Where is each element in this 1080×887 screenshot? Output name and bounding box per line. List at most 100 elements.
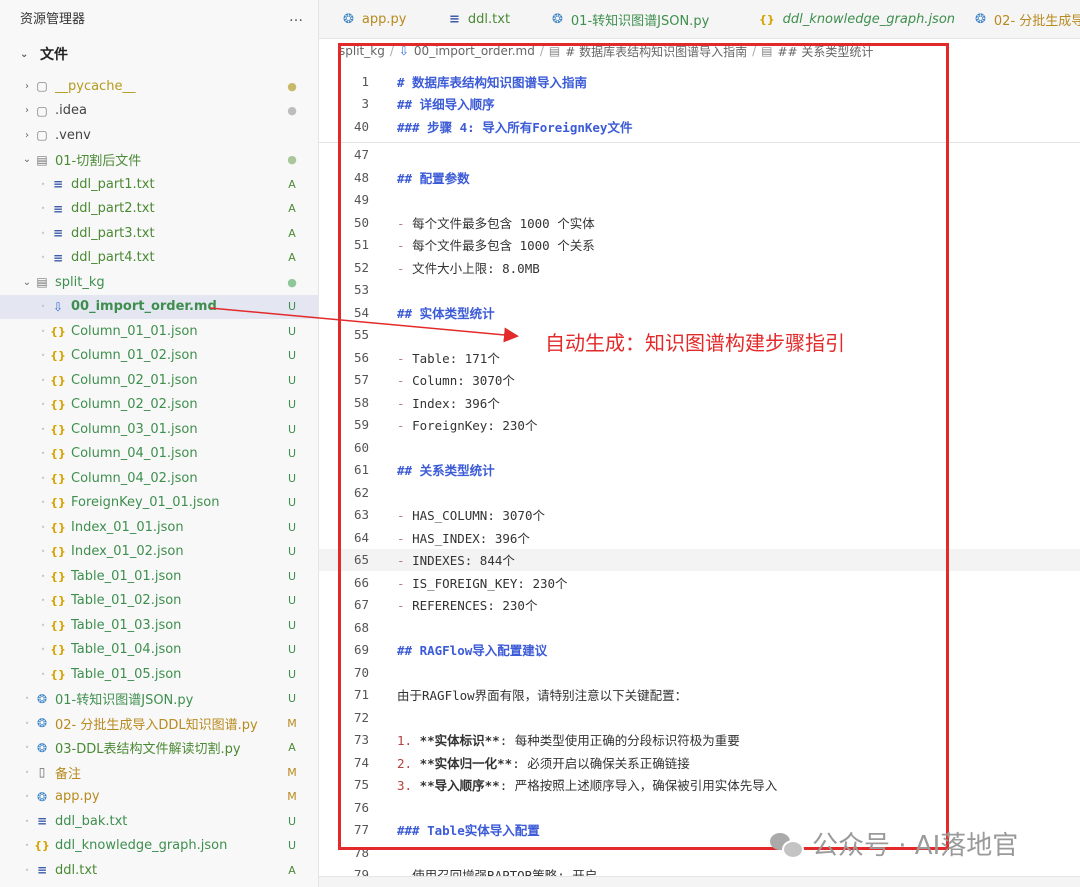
json-file-icon: {}: [50, 471, 66, 485]
code-line[interactable]: 73 1. **实体标识**: 每种类型使用正确的分段标识符极为重要: [319, 729, 1080, 752]
line-content: ## RAGFlow导入配置建议: [397, 640, 547, 659]
tree-item[interactable]: • {} Column_03_01.json U: [0, 417, 318, 442]
code-line[interactable]: 3 ## 详细导入顺序: [319, 93, 1080, 116]
line-number: 73: [353, 732, 369, 748]
tree-item[interactable]: • ❂ 03-DDL表结构文件解读切割.py A: [0, 736, 318, 761]
tree-item[interactable]: › ▢ __pycache__ ●: [0, 74, 318, 99]
line-content: ## 关系类型统计: [397, 460, 495, 479]
tree-item[interactable]: • {} Column_01_01.json U: [0, 319, 318, 344]
code-line[interactable]: 53: [319, 279, 1080, 302]
tree-item-label: Table_01_04.json: [71, 642, 182, 658]
tree-item[interactable]: • {} Index_01_01.json U: [0, 515, 318, 540]
code-editor[interactable]: 1 # 数据库表结构知识图谱导入指南 3 ## 详细导入顺序 40 ### 步骤 4: 导…: [319, 64, 1080, 887]
code-line[interactable]: 64 - HAS_INDEX: 396个: [319, 526, 1080, 549]
code-line[interactable]: 58 - Index: 396个: [319, 391, 1080, 414]
code-line[interactable]: 49: [319, 189, 1080, 212]
line-number: 60: [353, 439, 369, 455]
code-token: 每个文件最多包含 1000 个实体: [412, 215, 595, 231]
git-status-badge: U: [287, 545, 297, 559]
tree-item[interactable]: ⌄ ▤ split_kg ●: [0, 270, 318, 295]
breadcrumb-item[interactable]: 00_import_order.md: [414, 44, 535, 58]
code-line[interactable]: 57 - Column: 3070个: [319, 369, 1080, 392]
chevron-down-icon: ⌄: [20, 48, 29, 60]
explorer-title: 资源管理器: [20, 11, 86, 27]
tree-item[interactable]: • ≡ ddl_part4.txt A: [0, 246, 318, 271]
tree-item[interactable]: • {} Column_04_02.json U: [0, 466, 318, 491]
editor-tab[interactable]: {} ddl_knowledge_graph.json: [759, 0, 955, 38]
breadcrumb-item-icon: ⇩: [398, 44, 409, 58]
code-line[interactable]: 59 - ForeignKey: 230个: [319, 414, 1080, 437]
code-line[interactable]: 52 - 文件大小上限: 8.0MB: [319, 256, 1080, 279]
tree-item[interactable]: • ≡ ddl_part2.txt A: [0, 197, 318, 222]
editor-tab[interactable]: ❂ 01-转知识图谱JSON.py: [552, 0, 709, 38]
code-token: -: [397, 418, 413, 434]
tree-item[interactable]: • ❂ app.py M: [0, 785, 318, 810]
tree-item[interactable]: • {} Index_01_02.json U: [0, 540, 318, 565]
code-line[interactable]: 74 2. **实体归一化**: 必须开启以确保关系正确链接: [319, 751, 1080, 774]
horizontal-scrollbar[interactable]: [319, 876, 1080, 887]
tree-item[interactable]: • {} Column_01_02.json U: [0, 344, 318, 369]
tree-item[interactable]: › ▢ .venv: [0, 123, 318, 148]
tree-item[interactable]: • {} Table_01_02.json U: [0, 589, 318, 614]
code-line[interactable]: 65 - INDEXES: 844个: [319, 548, 1080, 571]
git-status-badge: ●: [287, 153, 297, 167]
breadcrumb-item[interactable]: split_kg: [339, 44, 385, 58]
code-token: : 严格按照上述顺序导入，确保被引用实体先导入: [499, 778, 778, 794]
code-line[interactable]: 51 - 每个文件最多包含 1000 个关系: [319, 234, 1080, 257]
tree-item[interactable]: • {} ddl_knowledge_graph.json U: [0, 834, 318, 859]
code-line[interactable]: 54 ## 实体类型统计: [319, 301, 1080, 324]
line-content: - Index: 396个: [397, 393, 500, 412]
code-line[interactable]: 75 3. **导入顺序**: 严格按照上述顺序导入，确保被引用实体先导入: [319, 774, 1080, 797]
tree-item[interactable]: • {} Table_01_04.json U: [0, 638, 318, 663]
tree-item[interactable]: • {} Column_02_02.json U: [0, 393, 318, 418]
code-line[interactable]: 50 - 每个文件最多包含 1000 个实体: [319, 211, 1080, 234]
code-line[interactable]: 72: [319, 706, 1080, 729]
tree-item[interactable]: • ❂ 02- 分批生成导入DDL知识图谱.py M: [0, 711, 318, 736]
tree-item[interactable]: • ❂ 01-转知识图谱JSON.py U: [0, 687, 318, 712]
code-line[interactable]: 66 - IS_FOREIGN_KEY: 230个: [319, 571, 1080, 594]
tree-guide-dot: •: [40, 449, 46, 459]
code-line[interactable]: 47: [319, 144, 1080, 167]
tree-item[interactable]: • ▯ 备注 M: [0, 760, 318, 785]
code-line[interactable]: 69 ## RAGFlow导入配置建议: [319, 639, 1080, 662]
more-actions-icon[interactable]: …: [289, 9, 304, 25]
line-number: 58: [353, 394, 369, 410]
tree-item[interactable]: • {} Table_01_01.json U: [0, 564, 318, 589]
line-number: 65: [353, 552, 369, 568]
code-line[interactable]: 1 # 数据库表结构知识图谱导入指南: [319, 70, 1080, 93]
text-file-icon: ≡: [52, 201, 64, 216]
code-line[interactable]: 40 ### 步骤 4: 导入所有ForeignKey文件: [319, 115, 1080, 138]
folder-icon: ▢: [36, 79, 48, 94]
code-line[interactable]: 62: [319, 481, 1080, 504]
tree-item[interactable]: • ≡ ddl_part3.txt A: [0, 221, 318, 246]
tree-item[interactable]: • ⇩ 00_import_order.md U: [0, 294, 318, 319]
code-line[interactable]: 63 - HAS_COLUMN: 3070个: [319, 504, 1080, 527]
code-line[interactable]: 76: [319, 796, 1080, 819]
line-number: 63: [353, 507, 369, 523]
tree-item[interactable]: • {} Column_04_01.json U: [0, 442, 318, 467]
tree-item[interactable]: • {} Column_02_01.json U: [0, 368, 318, 393]
line-content: - 每个文件最多包含 1000 个关系: [397, 235, 595, 254]
tree-item[interactable]: • {} ForeignKey_01_01.json U: [0, 491, 318, 516]
tree-item[interactable]: • ≡ ddl_bak.txt U: [0, 809, 318, 834]
code-line[interactable]: 71 由于RAGFlow界面有限，请特别注意以下关键配置：: [319, 684, 1080, 707]
tree-item[interactable]: • ≡ ddl.txt A: [0, 858, 318, 883]
tree-item[interactable]: • {} Table_01_05.json U: [0, 662, 318, 687]
code-line[interactable]: 67 - REFERENCES: 230个: [319, 594, 1080, 617]
code-line[interactable]: 68: [319, 616, 1080, 639]
editor-tab[interactable]: ❂ 02- 分批生成导: [975, 0, 1080, 38]
tree-item[interactable]: • {} Table_01_03.json U: [0, 613, 318, 638]
breadcrumb-item[interactable]: # 数据库表结构知识图谱导入指南: [565, 43, 747, 60]
code-line[interactable]: 61 ## 关系类型统计: [319, 459, 1080, 482]
tree-item[interactable]: › ▢ .idea ●: [0, 99, 318, 124]
code-line[interactable]: 60: [319, 436, 1080, 459]
tree-item[interactable]: ⌄ ▤ 01-切割后文件 ●: [0, 148, 318, 173]
code-line[interactable]: 48 ## 配置参数: [319, 166, 1080, 189]
tree-item[interactable]: • ≡ ddl_part1.txt A: [0, 172, 318, 197]
code-token: 3.: [397, 778, 420, 794]
files-section-header[interactable]: ⌄ 文件: [0, 34, 318, 74]
code-line[interactable]: 70: [319, 661, 1080, 684]
editor-tab[interactable]: ❂ app.py: [343, 0, 406, 38]
breadcrumb-item[interactable]: ## 关系类型统计: [778, 43, 874, 60]
editor-tab[interactable]: ≡ ddl.txt: [449, 0, 510, 38]
